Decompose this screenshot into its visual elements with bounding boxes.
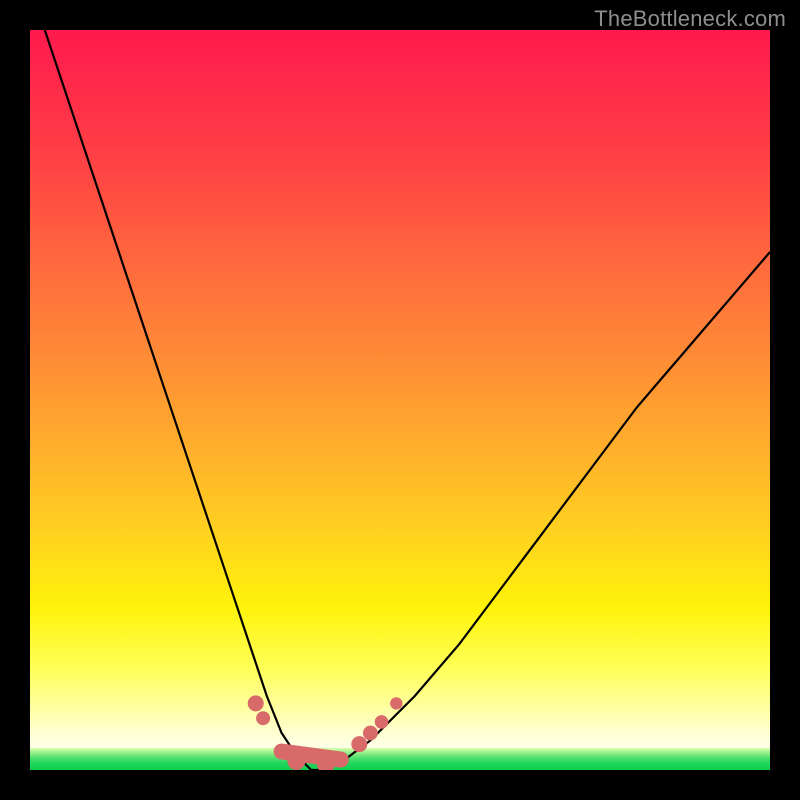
chart-svg (30, 30, 770, 770)
curve-marker (248, 695, 264, 711)
curve-marker (256, 711, 270, 725)
curve-layer (45, 30, 770, 770)
curve-marker (375, 715, 389, 729)
chart-frame: TheBottleneck.com (0, 0, 800, 800)
curve-marker (287, 752, 305, 770)
curve-marker (390, 697, 402, 709)
curve-marker (351, 736, 367, 752)
curve-marker (363, 726, 378, 741)
watermark-text: TheBottleneck.com (594, 6, 786, 32)
bottleneck-curve (45, 30, 770, 770)
plot-area (30, 30, 770, 770)
